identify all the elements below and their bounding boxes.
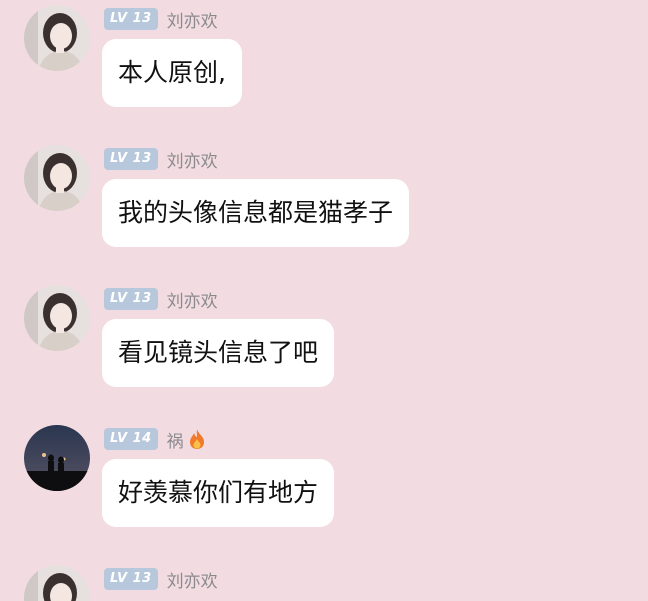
level-badge: LV 13 bbox=[104, 288, 158, 310]
level-badge: LV 13 bbox=[104, 8, 158, 30]
level-badge: LV 13 bbox=[104, 148, 158, 170]
avatar[interactable] bbox=[24, 565, 90, 601]
username[interactable]: 刘亦欢 bbox=[167, 567, 218, 592]
message-bubble[interactable]: 好羡慕你们有地方 bbox=[102, 459, 335, 527]
message-bubble[interactable]: 我的头像信息都是猫孝子 bbox=[102, 179, 410, 247]
message-header: LV 13 刘亦欢 bbox=[104, 287, 218, 312]
girl-portrait-icon bbox=[24, 145, 90, 211]
level-badge: LV 13 bbox=[104, 568, 158, 590]
username[interactable]: 刘亦欢 bbox=[167, 287, 218, 312]
message-header: LV 14 祸 bbox=[104, 427, 206, 452]
girl-portrait-icon bbox=[24, 5, 90, 71]
username[interactable]: 祸 bbox=[167, 427, 184, 452]
avatar[interactable] bbox=[24, 425, 90, 491]
girl-portrait-icon bbox=[24, 285, 90, 351]
message-header: LV 13 刘亦欢 bbox=[104, 7, 218, 32]
message-bubble[interactable]: 看见镜头信息了吧 bbox=[102, 319, 335, 387]
message-header: LV 13 刘亦欢 bbox=[104, 147, 218, 172]
avatar[interactable] bbox=[24, 5, 90, 71]
username[interactable]: 刘亦欢 bbox=[167, 147, 218, 172]
night-couple-silhouette-icon bbox=[24, 425, 90, 491]
level-badge: LV 14 bbox=[104, 428, 158, 450]
chat-message-list[interactable]: LV 13 刘亦欢 本人原创, LV 13 刘亦欢 我的头像信息都是猫孝子 LV… bbox=[0, 0, 648, 601]
message-bubble[interactable]: 本人原创, bbox=[102, 39, 242, 107]
girl-portrait-icon bbox=[24, 565, 90, 601]
username[interactable]: 刘亦欢 bbox=[167, 7, 218, 32]
avatar[interactable] bbox=[24, 285, 90, 351]
message-header: LV 13 刘亦欢 bbox=[104, 567, 218, 592]
avatar[interactable] bbox=[24, 145, 90, 211]
flame-icon bbox=[188, 428, 206, 450]
